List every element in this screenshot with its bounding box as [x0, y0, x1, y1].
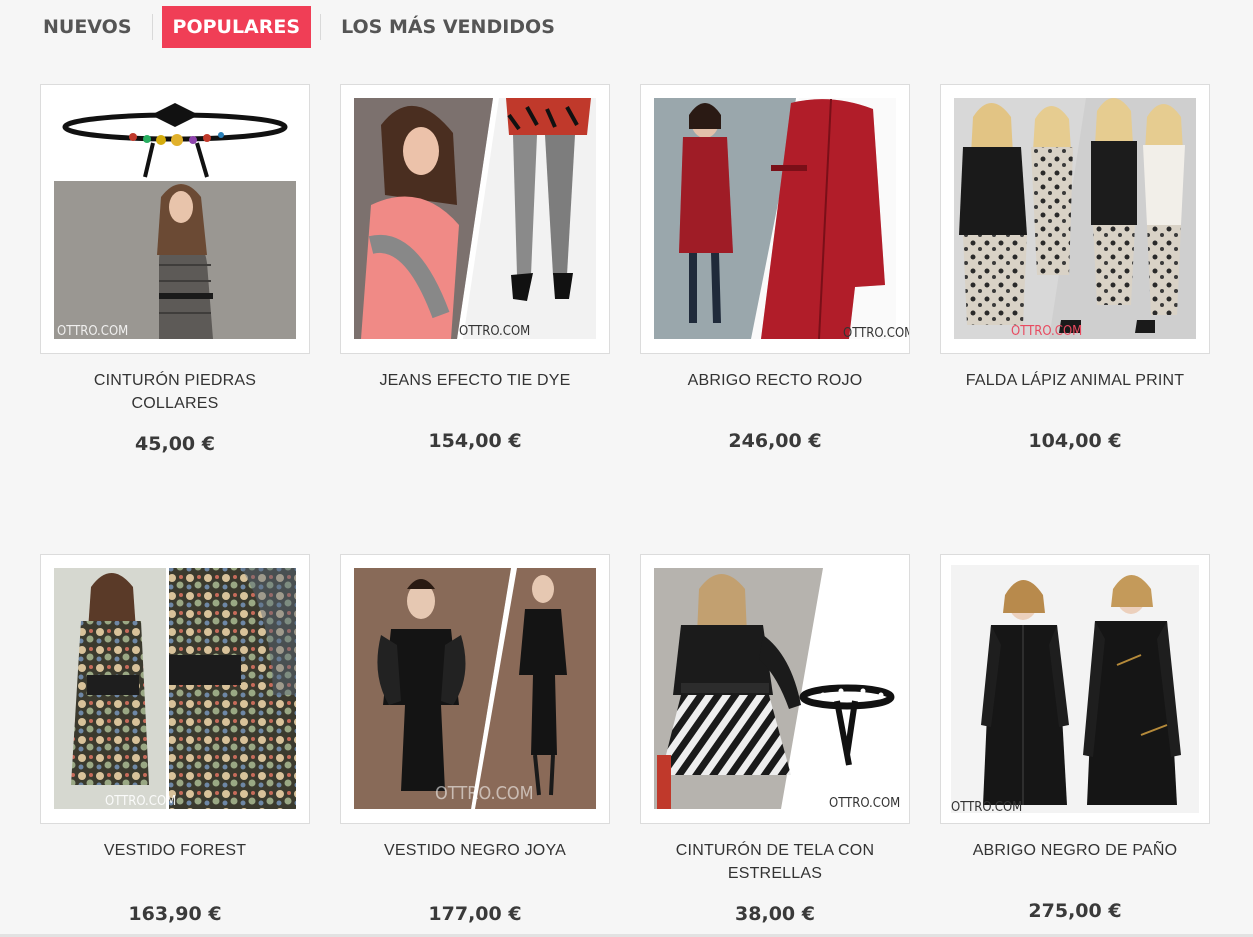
- tab-divider: [151, 14, 153, 40]
- tab-populares[interactable]: POPULARES: [161, 6, 312, 48]
- product-price: 38,00 €: [735, 903, 815, 925]
- product-price: 45,00 €: [135, 433, 215, 455]
- product-card: OTTRO.COM CINTURÓN PIEDRAS COLLARES 45,0…: [40, 84, 310, 554]
- product-card: OTTRO.COM FALDA LÁPIZ ANIMAL PRINT 104,0…: [940, 84, 1210, 554]
- product-name[interactable]: VESTIDO NEGRO JOYA: [340, 839, 610, 885]
- product-image[interactable]: OTTRO.COM: [40, 554, 310, 824]
- product-card: OTTRO.COM ABRIGO RECTO ROJO 246,00 €: [640, 84, 910, 554]
- product-price: 104,00 €: [1028, 430, 1122, 452]
- product-image[interactable]: OTTRO.COM: [40, 84, 310, 354]
- watermark: OTTRO.COM: [435, 783, 534, 804]
- product-image[interactable]: OTTRO.COM: [940, 84, 1210, 354]
- product-name[interactable]: CINTURÓN PIEDRAS COLLARES: [40, 369, 310, 415]
- product-image[interactable]: OTTRO.COM: [340, 84, 610, 354]
- product-image[interactable]: OTTRO.COM: [940, 554, 1210, 824]
- product-name[interactable]: ABRIGO RECTO ROJO: [640, 369, 910, 415]
- product-card: OTTRO.COM ABRIGO NEGRO DE PAÑO 275,00 €: [940, 554, 1210, 934]
- product-name[interactable]: JEANS EFECTO TIE DYE: [340, 369, 610, 415]
- product-card: OTTRO.COM VESTIDO FOREST 163,90 €: [40, 554, 310, 934]
- product-grid: OTTRO.COM CINTURÓN PIEDRAS COLLARES 45,0…: [40, 84, 1210, 934]
- watermark: OTTRO.COM: [1011, 324, 1082, 339]
- watermark: OTTRO.COM: [105, 794, 176, 809]
- product-name[interactable]: VESTIDO FOREST: [40, 839, 310, 885]
- product-name[interactable]: FALDA LÁPIZ ANIMAL PRINT: [940, 369, 1210, 415]
- product-card: OTTRO.COM CINTURÓN DE TELA CON ESTRELLAS…: [640, 554, 910, 934]
- watermark: OTTRO.COM: [843, 326, 909, 341]
- watermark: OTTRO.COM: [459, 324, 530, 339]
- watermark: OTTRO.COM: [829, 796, 900, 811]
- watermark: OTTRO.COM: [57, 324, 128, 339]
- product-card: OTTRO.COM JEANS EFECTO TIE DYE 154,00 €: [340, 84, 610, 554]
- tab-divider: [320, 14, 322, 40]
- product-price: 275,00 €: [1028, 900, 1122, 922]
- product-price: 163,90 €: [128, 903, 222, 925]
- product-price: 177,00 €: [428, 903, 522, 925]
- product-tabs: NUEVOS POPULARES LOS MÁS VENDIDOS: [32, 6, 566, 48]
- product-image[interactable]: OTTRO.COM: [340, 554, 610, 824]
- tab-los-mas-vendidos[interactable]: LOS MÁS VENDIDOS: [330, 6, 566, 48]
- product-name[interactable]: ABRIGO NEGRO DE PAÑO: [940, 839, 1210, 885]
- tab-nuevos[interactable]: NUEVOS: [32, 6, 143, 48]
- product-image[interactable]: OTTRO.COM: [640, 554, 910, 824]
- product-name[interactable]: CINTURÓN DE TELA CON ESTRELLAS: [640, 839, 910, 885]
- product-price: 154,00 €: [428, 430, 522, 452]
- product-image[interactable]: OTTRO.COM: [640, 84, 910, 354]
- product-price: 246,00 €: [728, 430, 822, 452]
- product-card: OTTRO.COM VESTIDO NEGRO JOYA 177,00 €: [340, 554, 610, 934]
- watermark: OTTRO.COM: [951, 800, 1022, 815]
